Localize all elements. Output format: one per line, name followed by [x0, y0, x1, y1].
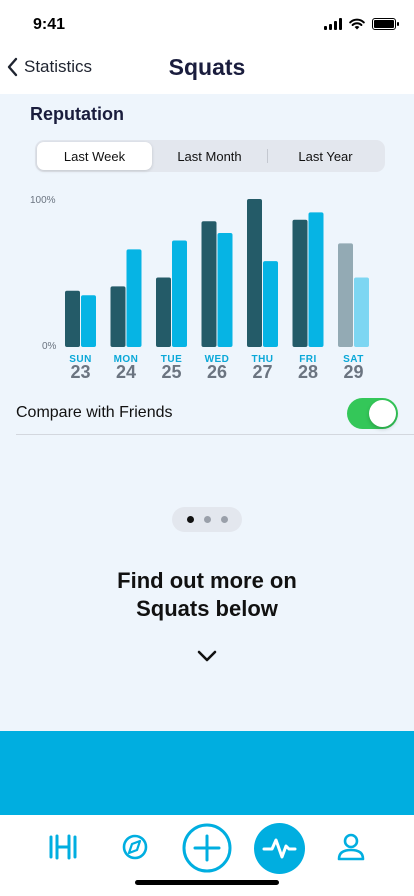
bar-wed-series-1 [201, 221, 217, 347]
details-panel [0, 731, 414, 815]
status-bar: 9:41 [0, 0, 414, 50]
find-out-more-line-2: Squats below [136, 596, 278, 621]
x-axis-date-label: 24 [116, 362, 136, 382]
period-segmented-control: Last Week Last Month Last Year [35, 140, 385, 172]
bar-fri-series-2 [308, 212, 324, 347]
bar-sat-series-1 [338, 243, 353, 347]
segment-last-week[interactable]: Last Week [37, 142, 152, 170]
user-icon[interactable] [335, 832, 367, 862]
page-dot-active [186, 516, 194, 523]
compare-label: Compare with Friends [16, 404, 173, 421]
activity-tab-button[interactable] [254, 823, 305, 874]
bar-thu-series-2 [263, 261, 278, 347]
compass-icon[interactable] [119, 832, 151, 862]
x-axis-date-label: 23 [70, 362, 90, 382]
wifi-icon [349, 18, 365, 30]
plus-circle-icon[interactable] [181, 822, 233, 874]
find-out-more-line-1: Find out more on [117, 568, 297, 593]
section-title: Reputation [30, 104, 124, 124]
segment-last-year[interactable]: Last Year [268, 142, 383, 170]
battery-icon [372, 18, 399, 30]
bar-tue-series-1 [156, 277, 171, 347]
x-axis-date-label: 26 [207, 362, 227, 382]
y-axis-label-max: 100% [30, 195, 56, 206]
bar-tue-series-2 [172, 240, 187, 347]
bar-thu-series-1 [247, 199, 262, 347]
page-indicator[interactable] [172, 507, 242, 532]
activity-icon [262, 838, 297, 859]
divider [16, 434, 414, 435]
find-out-more-text: Find out more on Squats below [0, 567, 414, 623]
chevron-down-icon[interactable] [196, 646, 218, 666]
bar-sun-series-1 [65, 290, 80, 347]
status-time: 9:41 [33, 16, 66, 33]
x-axis-date-label: 27 [252, 362, 272, 382]
navigation-bar: Statistics Squats [0, 50, 414, 94]
x-axis-date-label: 29 [343, 362, 363, 382]
page-dot [203, 516, 211, 523]
bar-wed-series-2 [217, 233, 233, 347]
reputation-bar-chart: 100%0%SUN23MON24TUE25WED26THU27FRI28SAT2… [30, 195, 369, 382]
cellular-signal-icon [324, 18, 342, 30]
page-title: Squats [168, 54, 246, 80]
compare-toggle[interactable] [347, 398, 398, 429]
page-dot [220, 516, 228, 523]
bar-mon-series-2 [126, 249, 142, 347]
x-axis-date-label: 28 [298, 362, 318, 382]
bar-fri-series-1 [292, 219, 308, 347]
bar-mon-series-1 [110, 286, 126, 347]
segment-last-month[interactable]: Last Month [152, 142, 267, 170]
y-axis-label-min: 0% [42, 341, 57, 352]
bar-sun-series-2 [81, 295, 96, 347]
bar-sat-series-2 [354, 277, 369, 347]
toggle-knob [369, 400, 396, 427]
x-axis-date-label: 25 [161, 362, 181, 382]
dumbbell-icon[interactable] [47, 833, 79, 861]
compare-with-friends-row: Compare with Friends [0, 396, 414, 434]
home-indicator [135, 880, 279, 885]
status-icons [324, 18, 399, 30]
